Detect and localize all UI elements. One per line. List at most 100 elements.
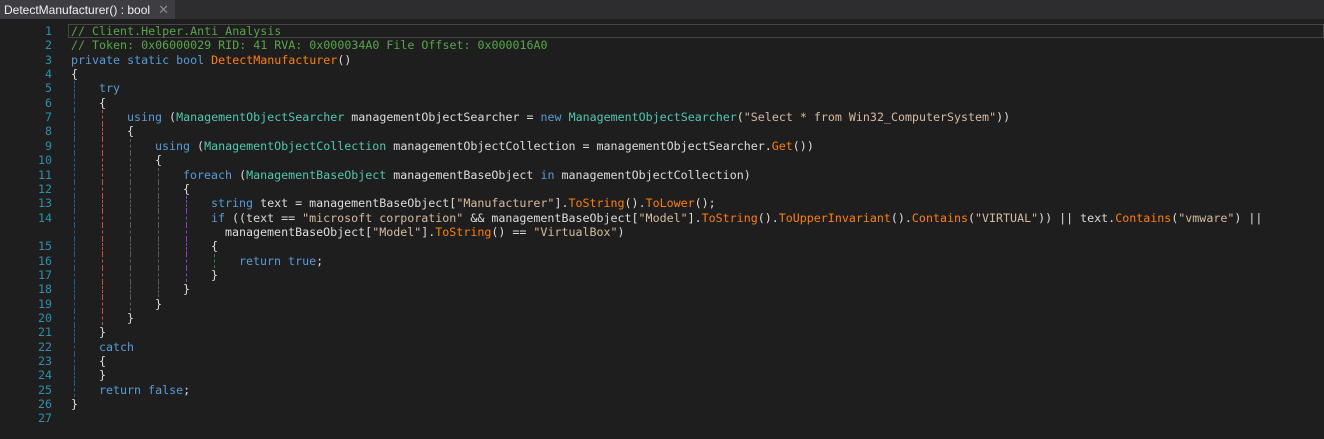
code-text: managementObjectCollection = managementO… bbox=[386, 138, 772, 153]
code-text: ()) bbox=[792, 138, 814, 153]
indent-guide bbox=[102, 267, 103, 283]
code-line: 12 { bbox=[0, 181, 1324, 197]
indent-guide bbox=[102, 153, 103, 168]
indent-guide bbox=[74, 153, 75, 168]
indent-guide bbox=[74, 138, 75, 154]
string-literal: "VirtualBox" bbox=[533, 224, 618, 239]
tab-detect-manufacturer[interactable]: DetectManufacturer() : bool ✕ bbox=[0, 0, 175, 19]
keyword: using bbox=[155, 138, 191, 153]
string-literal: "Manufacturer" bbox=[456, 196, 555, 211]
code-content: } bbox=[127, 311, 134, 325]
code-text: (). bbox=[757, 210, 779, 225]
indent-guide bbox=[102, 138, 103, 154]
code-line: 17} bbox=[0, 267, 1324, 283]
code-content: // Client.Helper.Anti_Analysis bbox=[71, 24, 281, 38]
line-number: 2 bbox=[44, 38, 52, 53]
indent-guide bbox=[130, 153, 131, 168]
code-text: managementObjectSearcher = bbox=[344, 110, 541, 125]
code-text: } bbox=[99, 368, 107, 383]
indent-guide bbox=[130, 167, 131, 182]
indent-guide bbox=[158, 167, 159, 182]
indent-guide bbox=[186, 210, 187, 225]
type-name: ManagementObjectSearcher bbox=[176, 110, 345, 125]
code-line: managementBaseObject["Model"].ToString()… bbox=[0, 224, 1324, 240]
code-text: } bbox=[155, 296, 163, 311]
keyword: string bbox=[211, 196, 254, 211]
line-number: 22 bbox=[37, 339, 52, 354]
code-line: 26} bbox=[0, 397, 1324, 411]
line-number: 7 bbox=[44, 110, 52, 125]
code-line: 23 { bbox=[0, 354, 1324, 369]
code-text: ((text == bbox=[225, 210, 303, 225]
code-line: 4{ bbox=[0, 67, 1324, 81]
type-name: ManagementObjectSearcher bbox=[568, 110, 737, 125]
code-content: try bbox=[99, 81, 120, 95]
code-line: 18} bbox=[0, 282, 1324, 297]
code-content: } bbox=[183, 282, 190, 296]
indent-guide bbox=[74, 110, 75, 125]
indent-guide bbox=[74, 267, 75, 283]
code-content: if ((text == "microsoft corporation" && … bbox=[211, 211, 1262, 225]
code-text: (). bbox=[624, 196, 646, 211]
code-line: 6{ bbox=[0, 95, 1324, 111]
indent-guide bbox=[102, 124, 103, 139]
code-text: } bbox=[183, 282, 191, 297]
code-content: { bbox=[99, 354, 106, 368]
code-content: { bbox=[211, 239, 218, 253]
line-number: 10 bbox=[37, 153, 52, 168]
line-number: 20 bbox=[37, 311, 52, 325]
code-line: 20} bbox=[0, 311, 1324, 326]
line-number: 25 bbox=[37, 382, 52, 397]
indent-guide bbox=[186, 224, 187, 240]
indent-guide bbox=[130, 224, 131, 240]
keyword: in bbox=[540, 167, 555, 182]
code-line: 21} bbox=[0, 325, 1324, 340]
close-icon[interactable]: ✕ bbox=[158, 2, 169, 18]
indent-guide bbox=[186, 196, 187, 211]
code-text: { bbox=[183, 181, 191, 196]
tab-title: DetectManufacturer() : bool bbox=[4, 2, 151, 17]
indent-guide bbox=[130, 196, 131, 211]
line-number: 14 bbox=[37, 210, 52, 225]
code-editor[interactable]: 1 // Client.Helper.Anti_Analysis 2 // Token… bbox=[0, 19, 1324, 439]
method-name: ToString bbox=[568, 196, 625, 211]
keyword: new bbox=[540, 110, 569, 125]
code-content: string text = managementBaseObject["Manu… bbox=[211, 196, 716, 210]
comment: // Client.Helper.Anti_Analysis bbox=[71, 24, 282, 38]
code-content: } bbox=[211, 268, 218, 282]
indent-guide bbox=[158, 210, 159, 225]
keyword: try bbox=[99, 81, 121, 96]
indent-guide bbox=[74, 95, 75, 111]
line-number: 19 bbox=[37, 296, 52, 311]
code-text: ) || bbox=[1234, 210, 1263, 225]
code-text: } bbox=[99, 325, 107, 340]
indent-guide bbox=[102, 282, 103, 297]
indent-guide bbox=[158, 224, 159, 240]
code-text: ( bbox=[190, 138, 205, 153]
indent-guide bbox=[74, 296, 75, 311]
indent-guide bbox=[130, 282, 131, 297]
indent-guide bbox=[74, 311, 75, 326]
code-text: )) || text. bbox=[1038, 210, 1116, 225]
keyword: using bbox=[127, 110, 163, 125]
line-number: 12 bbox=[37, 181, 52, 196]
code-text: } bbox=[127, 311, 135, 325]
indent-guide bbox=[102, 110, 103, 125]
code-text: managementObjectCollection) bbox=[554, 167, 751, 182]
indent-guide bbox=[74, 354, 75, 369]
code-text: ; bbox=[316, 253, 324, 268]
code-text: managementBaseObject bbox=[386, 167, 541, 182]
code-text: ) bbox=[617, 224, 625, 239]
code-line: 27 bbox=[0, 411, 1324, 425]
line-number: 15 bbox=[37, 239, 52, 254]
code-text: () == bbox=[491, 224, 534, 239]
code-content: return false; bbox=[99, 383, 190, 397]
line-number: 5 bbox=[44, 81, 52, 96]
indent-guide bbox=[74, 382, 75, 398]
code-text: { bbox=[155, 153, 163, 168]
code-line: 16 return true; bbox=[0, 253, 1324, 268]
line-number: 18 bbox=[37, 282, 52, 297]
code-line: 22 catch bbox=[0, 339, 1324, 355]
indent-guide bbox=[186, 253, 187, 268]
string-literal: "vmware" bbox=[1178, 210, 1235, 225]
